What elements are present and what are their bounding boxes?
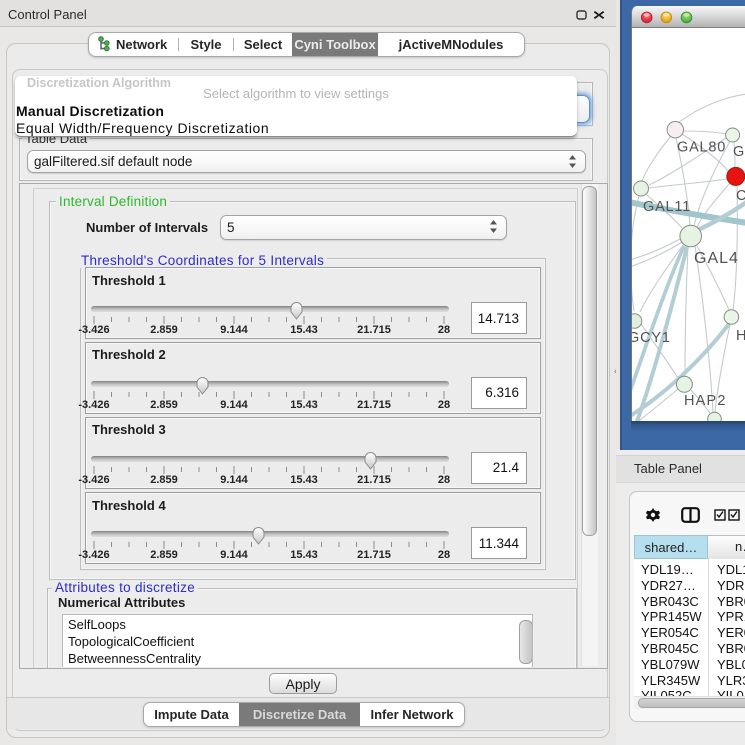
svg-text:GAL4: GAL4 [694,250,739,267]
svg-text:GA: GA [733,144,745,160]
svg-text:GAL80: GAL80 [677,140,726,156]
svg-text:GAL11: GAL11 [643,199,691,215]
svg-text:H: H [736,328,745,344]
svg-text:HAP2: HAP2 [684,393,727,409]
svg-text:C: C [736,188,745,204]
svg-text:GCY1: GCY1 [632,330,671,346]
